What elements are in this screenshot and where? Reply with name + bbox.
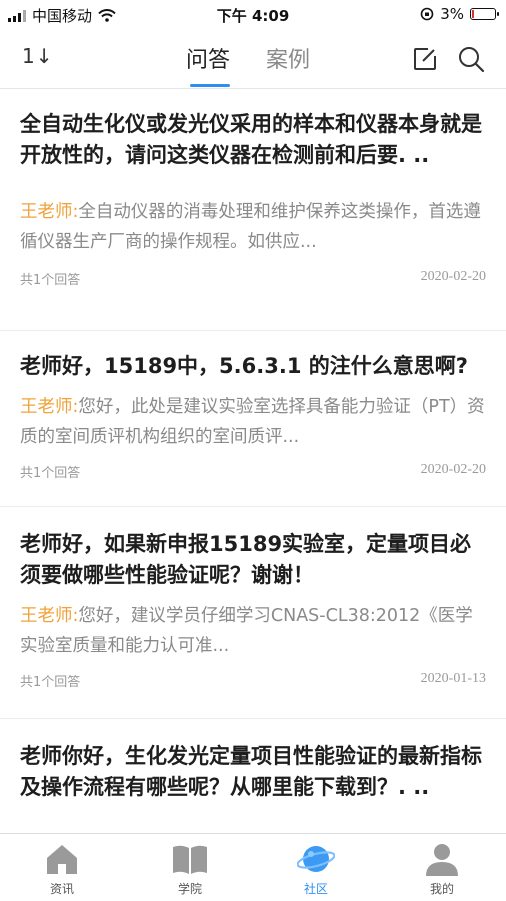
question-meta: 共1个回答 2020-01-13 <box>20 671 486 690</box>
battery-icon <box>470 8 499 20</box>
sort-button[interactable]: 1↓ <box>22 44 53 68</box>
tab-news[interactable]: 资讯 <box>22 840 102 897</box>
answer-text: 全自动仪器的消毒处理和维护保养这类操作，首选遵循仪器生产厂商的操作规程。如供应.… <box>20 202 481 252</box>
top-nav: 1↓ 问答 案例 <box>0 30 506 89</box>
question-title[interactable]: 老师好，15189中，5.6.3.1 的注什么意思啊? <box>20 351 486 382</box>
question-title[interactable]: 老师你好，生化发光定量项目性能验证的最新指标及操作流程有哪些呢？从哪里能下载到？… <box>20 741 486 803</box>
edit-icon[interactable] <box>410 44 440 74</box>
tab-qa[interactable]: 问答 <box>186 42 230 74</box>
question-card[interactable]: 老师你好，生化发光定量项目性能验证的最新指标及操作流程有哪些呢？从哪里能下载到？… <box>0 719 506 833</box>
tab-label: 我的 <box>429 882 454 896</box>
status-right: 3% <box>420 5 499 23</box>
question-card[interactable]: 全自动生化仪或发光仪采用的样本和仪器本身就是开放性的，请问这类仪器在检测前和后要… <box>0 89 506 331</box>
question-title[interactable]: 全自动生化仪或发光仪采用的样本和仪器本身就是开放性的，请问这类仪器在检测前和后要… <box>20 109 486 171</box>
tab-label: 社区 <box>303 882 328 896</box>
teacher-name[interactable]: 王老师: <box>20 202 78 222</box>
answer-text: 您好，此处是建议实验室选择具备能力验证（PT）资质的室间质评机构组织的室间质评.… <box>20 397 485 447</box>
user-icon <box>426 844 458 876</box>
search-icon[interactable] <box>456 44 486 74</box>
rotation-lock-icon <box>420 7 434 21</box>
answer-count: 共1个回答 <box>20 675 81 690</box>
tab-label: 学院 <box>177 882 202 896</box>
question-feed: 全自动生化仪或发光仪采用的样本和仪器本身就是开放性的，请问这类仪器在检测前和后要… <box>0 89 506 833</box>
tab-label: 资讯 <box>49 882 74 896</box>
post-date: 2020-01-13 <box>420 671 486 686</box>
answer-text: 您好，建议学员仔细学习CNAS-CL38:2012《医学实验室质量和能力认可准.… <box>20 606 473 656</box>
answer-preview: 王老师:您好，此处是建议实验室选择具备能力验证（PT）资质的室间质评机构组织的室… <box>20 392 486 452</box>
question-meta: 共1个回答 2020-02-20 <box>20 462 486 481</box>
planet-icon <box>297 846 335 872</box>
book-icon <box>173 845 207 874</box>
post-date: 2020-02-20 <box>420 462 486 477</box>
tab-cases[interactable]: 案例 <box>266 42 310 74</box>
tab-profile[interactable]: 我的 <box>402 840 482 897</box>
post-date: 2020-02-20 <box>420 269 486 284</box>
battery-percent: 3% <box>440 5 464 23</box>
answer-count: 共1个回答 <box>20 466 81 481</box>
active-tab-indicator <box>190 84 230 87</box>
answer-preview: 王老师:全自动仪器的消毒处理和维护保养这类操作，首选遵循仪器生产厂商的操作规程。… <box>20 197 486 257</box>
tab-academy[interactable]: 学院 <box>150 840 230 897</box>
home-icon <box>47 845 77 874</box>
question-card[interactable]: 老师好，如果新申报15189实验室，定量项目必须要做哪些性能验证呢？谢谢！ 王老… <box>0 507 506 719</box>
teacher-name[interactable]: 王老师: <box>20 606 78 626</box>
answer-count: 共1个回答 <box>20 273 81 288</box>
bottom-tab-bar: 资讯 学院 社区 我的 <box>0 833 506 901</box>
status-bar: 中国移动 下午 4:09 3% <box>0 0 506 30</box>
question-meta: 共1个回答 2020-02-20 <box>20 269 486 288</box>
tab-community[interactable]: 社区 <box>276 840 356 897</box>
teacher-name[interactable]: 王老师: <box>20 397 78 417</box>
question-title[interactable]: 老师好，如果新申报15189实验室，定量项目必须要做哪些性能验证呢？谢谢！ <box>20 529 486 591</box>
question-card[interactable]: 老师好，15189中，5.6.3.1 的注什么意思啊? 王老师:您好，此处是建议… <box>0 331 506 507</box>
answer-preview: 王老师:您好，建议学员仔细学习CNAS-CL38:2012《医学实验室质量和能力… <box>20 601 486 661</box>
